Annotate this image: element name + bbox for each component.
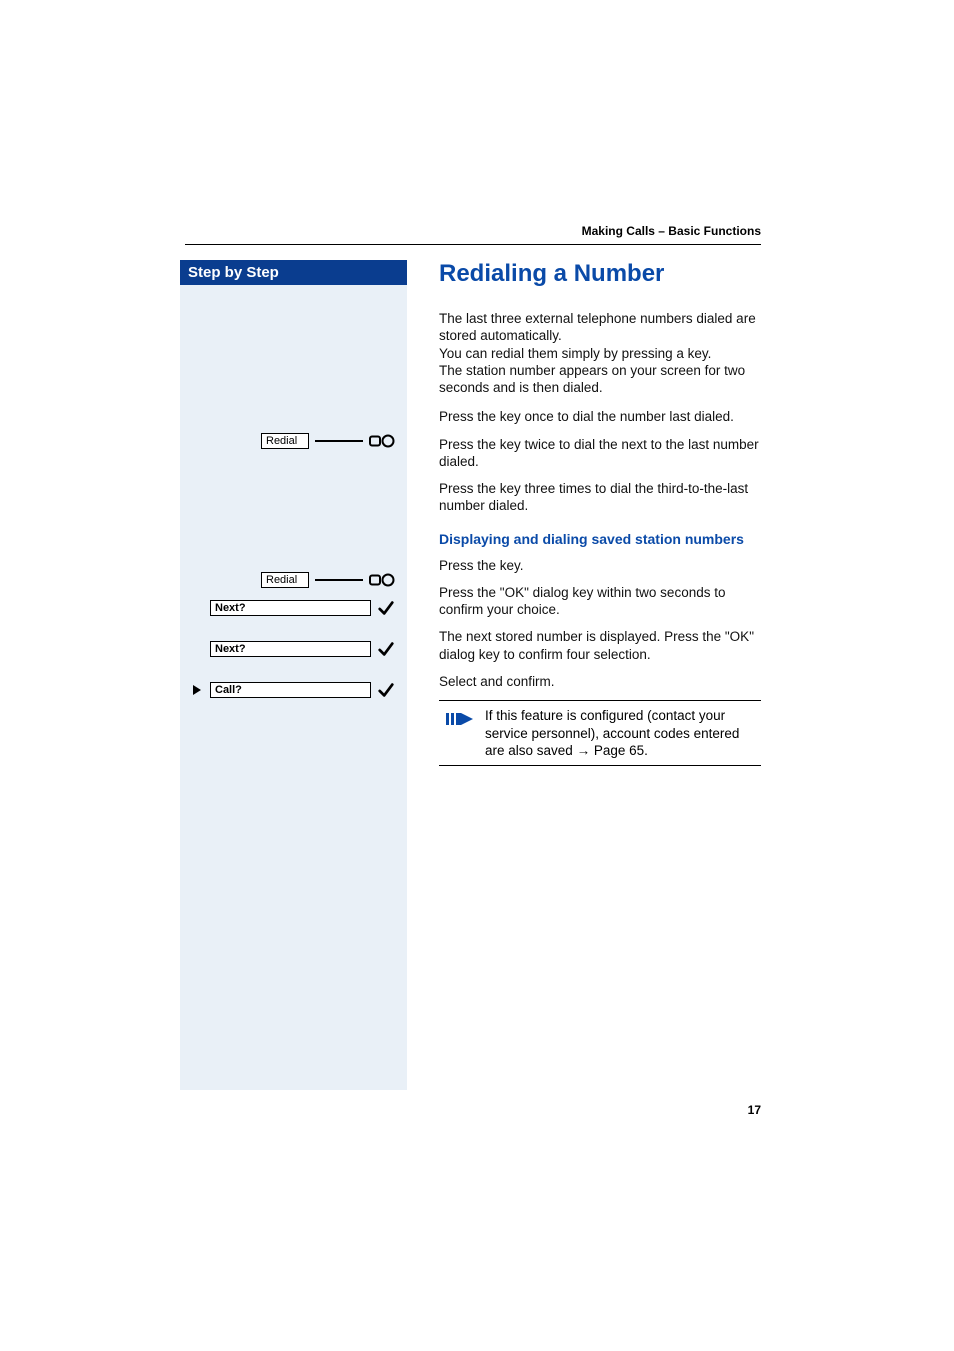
press-three-times: Press the key three times to dial the th… (439, 480, 761, 515)
key-line (315, 575, 363, 581)
header-rule (185, 244, 761, 245)
intro-paragraph: The last three external telephone number… (439, 310, 761, 396)
scroll-marker-icon (190, 683, 204, 697)
ok-check-icon (377, 599, 395, 617)
press-key: Press the key. (439, 557, 761, 574)
step-by-step-banner: Step by Step (180, 260, 407, 285)
intro-line-3: The station number appears on your scree… (439, 363, 745, 395)
key-label-redial: Redial (261, 572, 309, 588)
led-key-icon (369, 434, 395, 448)
press-twice: Press the key twice to dial the next to … (439, 436, 761, 471)
ok-check-icon (377, 681, 395, 699)
subheading-saved-numbers: Displaying and dialing saved station num… (439, 531, 761, 547)
key-line (315, 436, 363, 442)
dialog-row-next-1: Next? (210, 599, 395, 617)
note-icon (445, 709, 475, 729)
press-once: Press the key once to dial the number la… (439, 408, 761, 425)
running-head: Making Calls – Basic Functions (582, 224, 761, 238)
dialog-label-call: Call? (210, 682, 371, 698)
dialog-label-next: Next? (210, 641, 371, 657)
sidebar: Step by Step Redial Redial (180, 260, 407, 1090)
note-arrow: → (577, 743, 591, 758)
led-key-icon (369, 573, 395, 587)
section-title: Redialing a Number (439, 260, 761, 288)
intro-line-1: The last three external telephone number… (439, 311, 756, 343)
key-label-redial: Redial (261, 433, 309, 449)
note-part-b: Page 65. (590, 743, 648, 758)
dialog-label-next: Next? (210, 600, 371, 616)
note-text: If this feature is configured (contact y… (485, 707, 761, 759)
select-confirm: Select and confirm. (439, 673, 761, 690)
dialog-row-next-2: Next? (210, 640, 395, 658)
ok-check-icon (377, 640, 395, 658)
note-box: If this feature is configured (contact y… (439, 700, 761, 766)
intro-line-2: You can redial them simply by pressing a… (439, 346, 711, 361)
dialog-row-call: Call? (210, 681, 395, 699)
next-stored: The next stored number is displayed. Pre… (439, 628, 761, 663)
main-content: Redialing a Number The last three extern… (407, 260, 761, 766)
confirm-ok: Press the "OK" dialog key within two sec… (439, 584, 761, 619)
key-row-redial-1: Redial (261, 433, 395, 449)
key-row-redial-2: Redial (261, 572, 395, 588)
page-number: 17 (748, 1103, 761, 1117)
